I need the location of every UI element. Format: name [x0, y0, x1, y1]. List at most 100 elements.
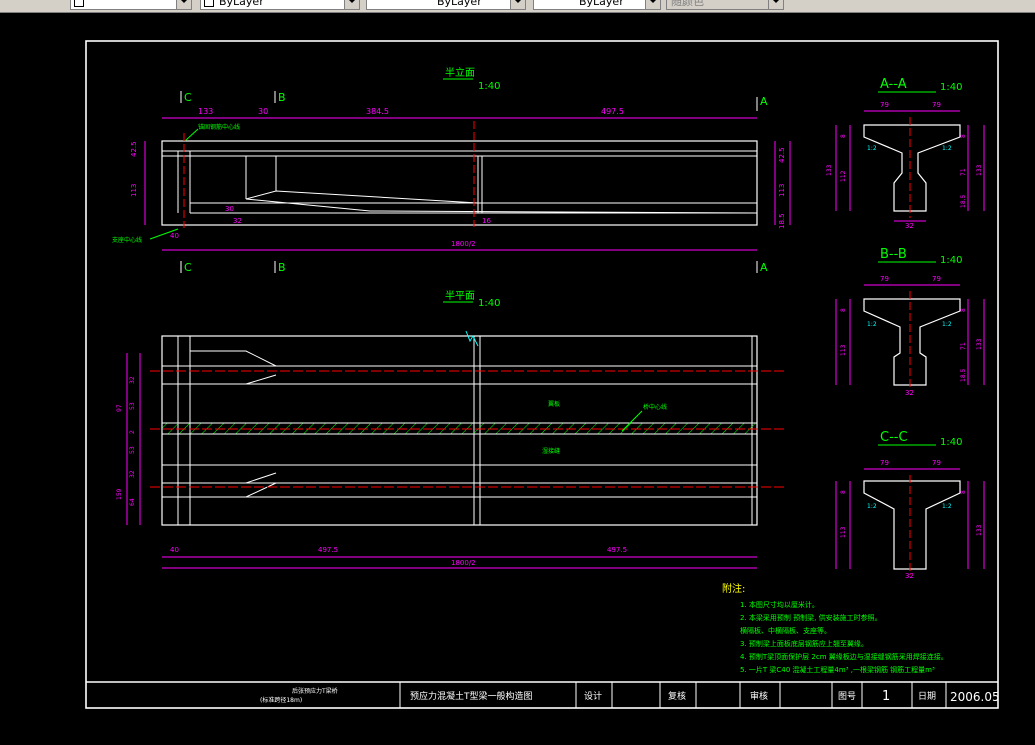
svg-text:1:2: 1:2	[942, 145, 952, 152]
dim-497: 497.5	[601, 107, 624, 116]
lineweight-control[interactable]: ByLayer	[533, 0, 661, 10]
section-a-shape	[863, 124, 961, 212]
svg-text:8: 8	[960, 308, 967, 312]
svg-text:133: 133	[976, 164, 983, 176]
svg-text:8: 8	[960, 134, 967, 138]
cut-mark-b-top: B	[278, 91, 286, 104]
chevron-down-icon[interactable]	[645, 0, 660, 9]
svg-text:18.5: 18.5	[960, 194, 967, 208]
svg-text:32: 32	[905, 389, 914, 397]
section-c-scale: 1:40	[940, 437, 962, 448]
chevron-down-icon[interactable]	[344, 0, 359, 9]
layer-swatch-icon	[74, 0, 84, 7]
title-block: 后张预应力T梁桥 (标准跨径18m) 预应力混凝土T型梁一般构造图 设计 复核 …	[260, 682, 1000, 708]
dim-right-42: 42.5	[778, 147, 786, 163]
dim-left-113: 113	[130, 184, 138, 197]
svg-text:133: 133	[976, 338, 983, 350]
dim-30: 30	[258, 107, 268, 116]
plan-dim-53b: 53	[129, 446, 136, 454]
note-3: 3. 预制梁上面板底层钢筋应上翘至翼缘。	[740, 639, 868, 648]
svg-text:71: 71	[960, 342, 967, 350]
note-2: 2. 本梁采用预制 预制梁, 供安装施工时参照。	[740, 613, 882, 622]
designer-label: 设计	[584, 690, 602, 702]
svg-text:32: 32	[905, 222, 914, 230]
drawing-no-label: 图号	[838, 691, 856, 702]
section-c-shape	[863, 480, 961, 570]
svg-text:18.5: 18.5	[960, 368, 967, 382]
cut-mark-c-top: C	[184, 91, 192, 104]
chevron-down-icon[interactable]	[768, 0, 783, 9]
svg-text:8: 8	[840, 134, 847, 138]
section-b-title: B--B	[880, 247, 907, 262]
axis-note: 桥中心线	[643, 403, 667, 411]
elevation-view: 半立面 1:40 C B A 133 30 384.5 497.5 42.5 1…	[112, 66, 791, 274]
drawing-name: 预应力混凝土T型梁一般构造图	[410, 690, 533, 702]
elevation-scale: 1:40	[478, 81, 500, 92]
plan-dim-497b: 497.5	[607, 546, 627, 554]
svg-text:1:2: 1:2	[867, 145, 877, 152]
plan-dim-53a: 53	[129, 402, 136, 410]
plan-dim-total: 1800/2	[451, 559, 476, 567]
svg-text:8: 8	[960, 490, 967, 494]
plan-title: 半平面	[445, 289, 475, 302]
chevron-down-icon[interactable]	[176, 0, 191, 9]
plan-dim-159: 159	[116, 488, 123, 500]
svg-text:133: 133	[976, 524, 983, 536]
linetype-control[interactable]: ByLayer	[366, 0, 526, 10]
svg-text:79: 79	[932, 459, 941, 467]
dim-total-elev: 1800/2	[451, 240, 476, 248]
dim-right-113: 113	[778, 184, 786, 197]
dim-40: 40	[170, 232, 179, 240]
cut-mark-c-bottom: C	[184, 261, 192, 274]
plan-dim-2: 2	[129, 430, 136, 434]
plan-dim-97: 97	[116, 404, 123, 412]
section-a-title: A--A	[880, 77, 907, 92]
dim-small-16: 16	[482, 217, 491, 225]
svg-text:113: 113	[840, 526, 847, 538]
project-line-1: 后张预应力T梁桥	[292, 687, 338, 695]
drawing-no: 1	[882, 689, 890, 704]
reviewer-label: 审核	[750, 690, 768, 702]
svg-text:1:2: 1:2	[942, 503, 952, 510]
dim-right-18: 18.5	[778, 213, 786, 229]
dim-small-32: 32	[233, 217, 242, 225]
section-a: A--A 1:40 79 79 1:2 1:2 32 8 112 133 8 7…	[826, 77, 985, 230]
date-label: 日期	[918, 691, 936, 702]
wet-joint-note: 湿接缝	[542, 447, 560, 455]
svg-text:79: 79	[932, 275, 941, 283]
anchor-note: 锚固钢筋中心线	[198, 123, 240, 131]
note-4: 4. 预制T梁顶面保护层 2cm 翼缘板边与湿接缝钢筋采用焊接连接。	[740, 652, 948, 661]
dim-small-30: 30	[225, 205, 234, 213]
svg-text:133: 133	[826, 164, 833, 176]
notes-heading: 附注:	[722, 582, 745, 595]
color-control[interactable]: ByLayer	[200, 0, 360, 10]
plan-dim-40: 40	[170, 546, 179, 554]
dim-384: 384.5	[366, 107, 389, 116]
svg-text:113: 113	[840, 344, 847, 356]
chevron-down-icon[interactable]	[510, 0, 525, 9]
section-c-title: C--C	[880, 430, 908, 445]
section-c: C--C 1:40 79 79 1:2 1:2 32 8 113 8 133	[835, 430, 985, 580]
drawing-canvas[interactable]: 半立面 1:40 C B A 133 30 384.5 497.5 42.5 1…	[0, 13, 1035, 741]
svg-text:79: 79	[932, 101, 941, 109]
plan-dim-64: 64	[129, 498, 136, 506]
svg-text:1:2: 1:2	[867, 321, 877, 328]
color-swatch-icon	[204, 0, 214, 7]
flange-note: 翼板	[548, 400, 560, 408]
svg-text:79: 79	[880, 459, 889, 467]
section-b-scale: 1:40	[940, 255, 962, 266]
section-b: B--B 1:40 79 79 1:2 1:2 32 8 113 8 71 18…	[835, 247, 985, 397]
cut-mark-b-bottom: B	[278, 261, 286, 274]
plan-scale: 1:40	[478, 298, 500, 309]
dim-133: 133	[198, 107, 213, 116]
cad-drawing[interactable]: 半立面 1:40 C B A 133 30 384.5 497.5 42.5 1…	[0, 13, 1035, 741]
dim-left-42: 42.5	[130, 141, 138, 157]
svg-text:79: 79	[880, 101, 889, 109]
note-2b: 横隔板、中横隔板、支座等。	[740, 626, 831, 635]
plan-dim-497a: 497.5	[318, 546, 338, 554]
layer-control[interactable]	[70, 0, 192, 10]
checker-label: 复核	[668, 690, 686, 702]
plotstyle-control[interactable]: 随颜色	[666, 0, 784, 10]
properties-toolbar: ByLayer ByLayer ByLayer 随颜色	[0, 0, 1035, 13]
notes-block: 附注: 1. 本图尺寸均以厘米计。 2. 本梁采用预制 预制梁, 供安装施工时参…	[722, 582, 948, 674]
